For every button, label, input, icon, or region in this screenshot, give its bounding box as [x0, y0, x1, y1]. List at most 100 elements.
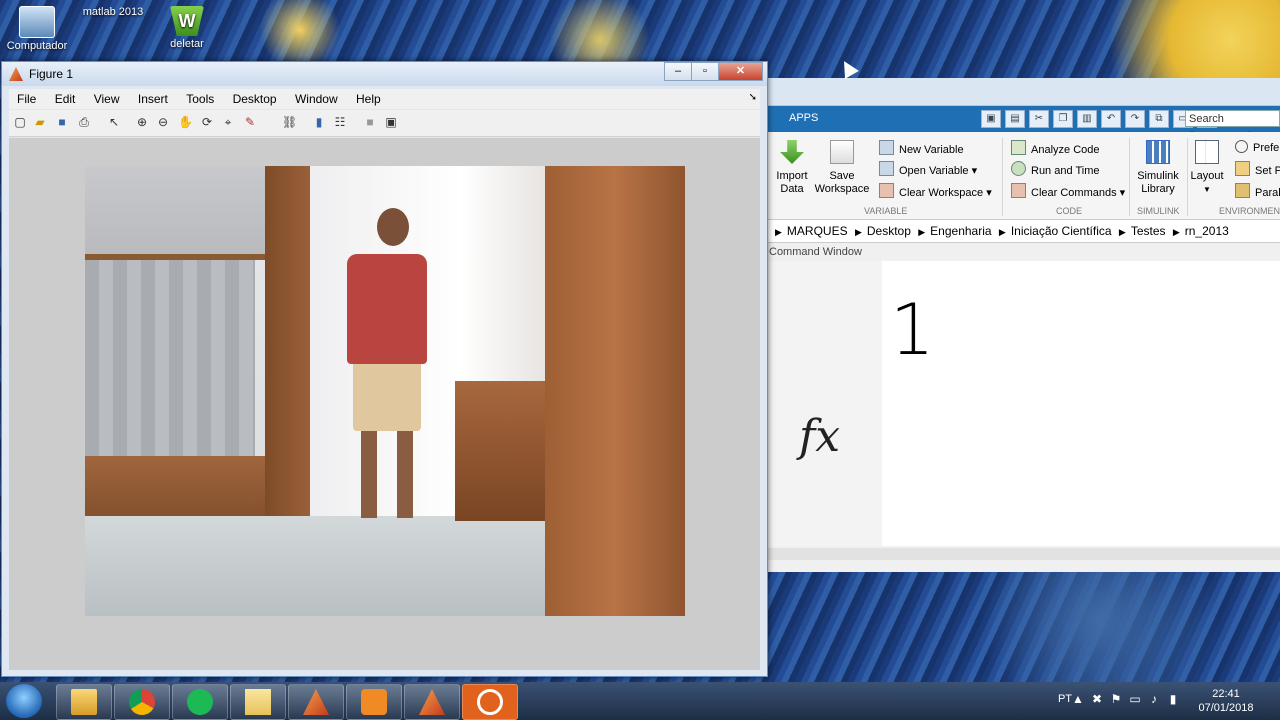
menu-help[interactable]: Help — [348, 89, 388, 106]
print-icon[interactable]: ⎙ — [77, 115, 91, 129]
pointer-icon[interactable]: ↖ — [107, 115, 121, 129]
word-icon: W — [170, 6, 204, 36]
preferences-button[interactable]: Prefer — [1235, 140, 1280, 154]
new-variable-label: New Variable — [899, 144, 964, 156]
desktop-icon-matlab[interactable]: matlab 2013 — [78, 6, 879, 114]
desktop-icon-deletar[interactable]: W deletar — [152, 6, 222, 50]
cut-icon[interactable]: ✂ — [1029, 110, 1049, 128]
menu-view[interactable]: View — [86, 89, 127, 106]
clear-workspace-button[interactable]: Clear Workspace ▾ — [879, 183, 992, 199]
show-plot-tools-icon[interactable]: ▣ — [384, 115, 398, 129]
paste-icon[interactable]: ▥ — [1077, 110, 1097, 128]
colorbar-icon[interactable]: ▮ — [312, 115, 326, 129]
breadcrumb-item[interactable]: MARQUES — [787, 224, 848, 238]
menu-file[interactable]: File — [9, 89, 43, 106]
window-title: Figure 1 — [29, 67, 74, 81]
search-documentation-input[interactable]: Search Documentation — [1185, 110, 1280, 142]
save-icon[interactable]: ■ — [55, 115, 69, 129]
breadcrumb-item[interactable]: rn_2013 — [1185, 224, 1229, 238]
horizontal-scrollbar[interactable] — [767, 548, 1280, 560]
menu-desktop[interactable]: Desktop — [225, 89, 284, 106]
preferences-label: Prefer — [1253, 142, 1280, 154]
taskbar-folder[interactable] — [230, 684, 286, 720]
brush-icon[interactable]: ✎ — [243, 115, 257, 129]
figure-title-bar[interactable]: Figure 1 – ▫ ✕ — [2, 62, 767, 86]
desktop-icon-label: deletar — [170, 38, 204, 50]
rotate-icon[interactable]: ⟳ — [200, 115, 214, 129]
network-disabled-icon[interactable]: ✖ — [1090, 692, 1104, 706]
volume-icon[interactable]: ♪ — [1147, 692, 1161, 706]
matlab-title-bar — [767, 78, 1280, 106]
switch-windows-icon[interactable]: ⧉ — [1149, 110, 1169, 128]
language-indicator[interactable]: PT — [1058, 693, 1072, 705]
monitor-icon[interactable]: ▭ — [1128, 692, 1142, 706]
chevron-right-icon: ▶ — [1172, 227, 1180, 237]
save-workspace-label: Save Workspace — [814, 170, 870, 195]
hide-plot-tools-icon[interactable]: ■ — [363, 115, 377, 129]
zoom-in-icon[interactable]: ⊕ — [135, 115, 149, 129]
menu-window[interactable]: Window — [287, 89, 345, 106]
command-output: 1 — [890, 289, 935, 371]
menu-insert[interactable]: Insert — [130, 89, 175, 106]
tile-icon[interactable]: ▣ — [981, 110, 1001, 128]
link-icon[interactable]: ⛓ — [282, 115, 297, 129]
open-variable-button[interactable]: Open Variable ▾ — [879, 161, 977, 177]
set-path-button[interactable]: Set Pa — [1235, 161, 1280, 177]
close-button[interactable]: ✕ — [718, 62, 763, 81]
run-and-time-button[interactable]: Run and Time — [1011, 161, 1099, 177]
chrome-icon — [129, 689, 155, 715]
section-code: CODE — [1056, 206, 1083, 216]
taskbar-chrome[interactable] — [114, 684, 170, 720]
new-variable-button[interactable]: New Variable — [879, 140, 964, 156]
breadcrumb-item[interactable]: Testes — [1131, 224, 1166, 238]
taskbar-app[interactable] — [462, 684, 518, 720]
breadcrumb-item[interactable]: Desktop — [867, 224, 911, 238]
undo-icon[interactable]: ↶ — [1101, 110, 1121, 128]
legend-icon[interactable]: ☷ — [333, 115, 347, 129]
breadcrumb-item[interactable]: Iniciação Científica — [1011, 224, 1112, 238]
minimize-button[interactable]: – — [664, 62, 692, 81]
clock[interactable]: 22:41 07/01/2018 — [1196, 687, 1256, 715]
taskbar-explorer[interactable] — [56, 684, 112, 720]
simulink-library-button[interactable]: Simulink Library — [1133, 140, 1183, 196]
dock-figure-icon[interactable]: ➘ — [749, 92, 757, 103]
signal-icon[interactable]: ▮ — [1166, 692, 1180, 706]
function-browser-icon[interactable]: fx — [799, 411, 840, 462]
zoom-out-icon[interactable]: ⊖ — [156, 115, 170, 129]
menu-edit[interactable]: Edit — [47, 89, 83, 106]
menu-tools[interactable]: Tools — [178, 89, 221, 106]
save-workspace-button[interactable]: Save Workspace — [814, 140, 870, 196]
breadcrumb-item[interactable]: Engenharia — [930, 224, 991, 238]
command-window[interactable]: 1 — [882, 261, 1280, 546]
start-button[interactable] — [6, 684, 42, 718]
show-hidden-icons-icon[interactable]: ▲ — [1071, 692, 1085, 706]
clear-commands-label: Clear Commands — [1031, 187, 1117, 199]
import-data-button[interactable]: Import Data — [775, 140, 809, 196]
ribbon-separator — [1002, 138, 1003, 216]
taskbar-matlab-2[interactable] — [404, 684, 460, 720]
clear-workspace-label: Clear Workspace — [899, 187, 984, 199]
redo-icon[interactable]: ↷ — [1125, 110, 1145, 128]
desktop-icon-computador[interactable]: Computador — [2, 6, 72, 52]
open-file-icon[interactable]: ▰ — [33, 115, 47, 129]
taskbar-media-player[interactable] — [346, 684, 402, 720]
tab-apps[interactable]: APPS — [789, 112, 818, 124]
security-alert-icon[interactable]: ⚑ — [1109, 692, 1123, 706]
taskbar-spotify[interactable] — [172, 684, 228, 720]
analyze-code-button[interactable]: Analyze Code — [1011, 140, 1100, 156]
save-icon[interactable]: ▤ — [1005, 110, 1025, 128]
gear-icon — [1235, 140, 1248, 153]
copy-icon[interactable]: ❐ — [1053, 110, 1073, 128]
new-figure-icon[interactable]: ▢ — [13, 115, 27, 129]
taskbar-matlab[interactable] — [288, 684, 344, 720]
command-window-gutter: fx — [767, 261, 882, 546]
layout-button[interactable]: Layout ▼ — [1187, 140, 1227, 196]
clock-date: 07/01/2018 — [1198, 702, 1254, 714]
maximize-button[interactable]: ▫ — [691, 62, 719, 81]
clear-commands-button[interactable]: Clear Commands ▾ — [1011, 183, 1125, 199]
data-cursor-icon[interactable]: ⌖ — [221, 115, 235, 129]
run-and-time-label: Run and Time — [1031, 165, 1100, 177]
pan-icon[interactable]: ✋ — [178, 115, 193, 129]
parallel-button[interactable]: Paralle — [1235, 183, 1280, 199]
folder-icon — [1235, 161, 1250, 176]
